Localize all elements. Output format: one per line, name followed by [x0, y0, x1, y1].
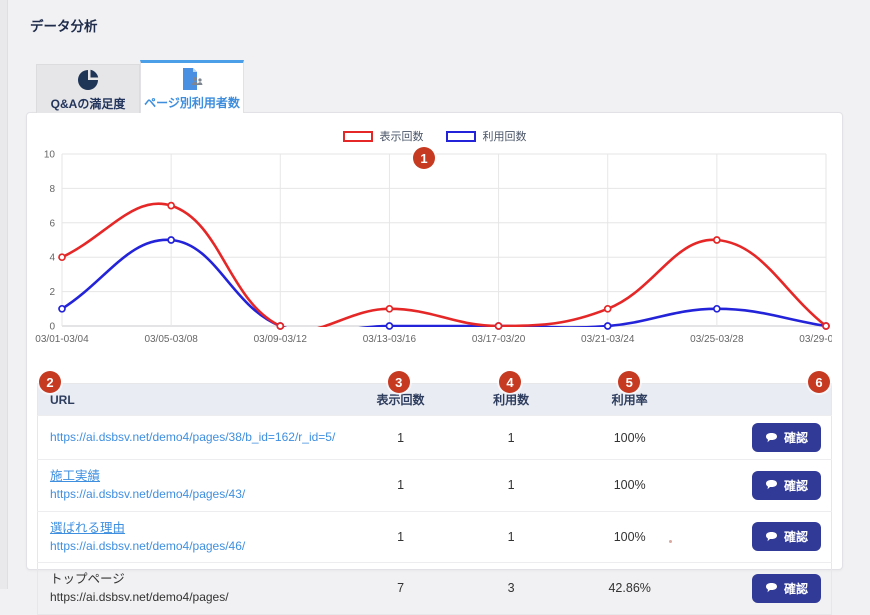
- svg-text:10: 10: [44, 150, 56, 161]
- svg-text:6: 6: [49, 218, 55, 229]
- cell-views: 1: [341, 511, 459, 563]
- svg-text:4: 4: [49, 253, 55, 264]
- page-title-link: トップページ: [50, 572, 125, 586]
- svg-text:03/01-03/04: 03/01-03/04: [35, 334, 89, 345]
- chat-bubble-icon: [765, 582, 778, 594]
- confirm-button-label: 確認: [784, 580, 808, 597]
- confirm-button[interactable]: 確認: [752, 471, 821, 500]
- annotation-badge-2: 2: [39, 371, 61, 393]
- annotation-badge-4: 4: [499, 371, 521, 393]
- cell-page-url: https://ai.dsbsv.net/demo4/pages/38/b_id…: [38, 416, 342, 460]
- content-left-edge: [0, 0, 8, 589]
- annotation-badge-1: 1: [413, 147, 435, 169]
- page-url-link[interactable]: https://ai.dsbsv.net/demo4/pages/46/: [50, 538, 245, 555]
- confirm-button[interactable]: 確認: [752, 423, 821, 452]
- table-row: 選ばれる理由 https://ai.dsbsv.net/demo4/pages/4…: [38, 511, 832, 563]
- tab-page-users[interactable]: ページ別利用者数: [140, 60, 244, 113]
- confirm-button[interactable]: 確認: [752, 522, 821, 551]
- page-title-link[interactable]: 選ばれる理由: [50, 521, 125, 535]
- table-header-row: URL 表示回数 利用数 利用率: [38, 384, 832, 416]
- analytics-panel: 表示回数 利用回数 1 0 2 4 6 8 10 03/01-03/04 03/05-03/0…: [26, 112, 843, 570]
- table-row: トップページ https://ai.dsbsv.net/demo4/pages/7…: [38, 563, 832, 615]
- cell-uses: 3: [460, 563, 563, 615]
- table-row: 施工実績 https://ai.dsbsv.net/demo4/pages/43/…: [38, 460, 832, 512]
- annotation-badge-6: 6: [808, 371, 830, 393]
- svg-text:03/05-03/08: 03/05-03/08: [144, 334, 198, 345]
- legend-item-views[interactable]: 表示回数: [343, 128, 424, 144]
- legend-item-uses[interactable]: 利用回数: [446, 128, 527, 144]
- svg-text:03/25-03/28: 03/25-03/28: [690, 334, 744, 345]
- chart-legend: 表示回数 利用回数: [27, 129, 842, 143]
- cell-uses: 1: [460, 511, 563, 563]
- confirm-button-label: 確認: [784, 429, 808, 446]
- cell-action: 確認: [697, 416, 832, 460]
- page-url-link[interactable]: https://ai.dsbsv.net/demo4/pages/38/b_id…: [50, 429, 335, 446]
- svg-text:03/13-03/16: 03/13-03/16: [363, 334, 417, 345]
- cell-rate: 100%: [562, 460, 696, 512]
- chat-bubble-icon: [765, 479, 778, 491]
- legend-label: 表示回数: [380, 128, 424, 144]
- confirm-button-label: 確認: [784, 477, 808, 494]
- confirm-button-label: 確認: [784, 528, 808, 545]
- page-title-link[interactable]: 施工実績: [50, 469, 100, 483]
- page-url-link: https://ai.dsbsv.net/demo4/pages/: [50, 590, 229, 604]
- cell-views: 7: [341, 563, 459, 615]
- cell-rate: 42.86%: [562, 563, 696, 615]
- page-users-icon: [178, 66, 206, 92]
- cell-page-url: 施工実績 https://ai.dsbsv.net/demo4/pages/43/: [38, 460, 342, 512]
- cell-action: 確認: [697, 563, 832, 615]
- cell-views: 1: [341, 416, 459, 460]
- svg-text:2: 2: [49, 287, 55, 298]
- line-chart-container: 0 2 4 6 8 10 03/01-03/04 03/05-03/08 03/09-03/12…: [32, 147, 842, 357]
- svg-text:0: 0: [49, 322, 55, 333]
- cell-rate: 100%: [562, 511, 696, 563]
- column-header-url: URL: [38, 384, 342, 416]
- confirm-button[interactable]: 確認: [752, 574, 821, 603]
- svg-text:03/17-03/20: 03/17-03/20: [472, 334, 526, 345]
- legend-swatch-red: [343, 131, 373, 142]
- chat-bubble-icon: [765, 531, 778, 543]
- cell-views: 1: [341, 460, 459, 512]
- tab-qa-satisfaction[interactable]: Q&Aの満足度: [36, 64, 140, 113]
- stray-dot: [669, 540, 672, 543]
- table-row: https://ai.dsbsv.net/demo4/pages/38/b_id…: [38, 416, 832, 460]
- page-url-link[interactable]: https://ai.dsbsv.net/demo4/pages/43/: [50, 486, 245, 503]
- annotation-badge-3: 3: [388, 371, 410, 393]
- tab-label: ページ別利用者数: [144, 94, 240, 111]
- cell-page-url: 選ばれる理由 https://ai.dsbsv.net/demo4/pages/4…: [38, 511, 342, 563]
- svg-text:03/21-03/24: 03/21-03/24: [581, 334, 635, 345]
- legend-label: 利用回数: [483, 128, 527, 144]
- legend-swatch-blue: [446, 131, 476, 142]
- cell-uses: 1: [460, 460, 563, 512]
- pages-table-container: 2 3 4 5 6 URL 表示回数 利用数 利用率 https://ai.ds…: [37, 383, 832, 615]
- cell-action: 確認: [697, 511, 832, 563]
- chat-bubble-icon: [765, 432, 778, 444]
- tab-bar: Q&Aの満足度 ページ別利用者数: [36, 60, 244, 113]
- cell-action: 確認: [697, 460, 832, 512]
- line-chart: 0 2 4 6 8 10 03/01-03/04 03/05-03/08 03/09-03/12…: [32, 147, 832, 352]
- pages-table: URL 表示回数 利用数 利用率 https://ai.dsbsv.net/de…: [37, 383, 832, 615]
- svg-text:03/29-03/30: 03/29-03/30: [799, 334, 832, 345]
- page-title: データ分析: [30, 15, 98, 35]
- svg-text:8: 8: [49, 184, 55, 195]
- cell-page-url: トップページ https://ai.dsbsv.net/demo4/pages/: [38, 563, 342, 615]
- cell-rate: 100%: [562, 416, 696, 460]
- cell-uses: 1: [460, 416, 563, 460]
- pie-chart-icon: [75, 67, 101, 93]
- svg-text:03/09-03/12: 03/09-03/12: [254, 334, 308, 345]
- tab-label: Q&Aの満足度: [51, 95, 126, 112]
